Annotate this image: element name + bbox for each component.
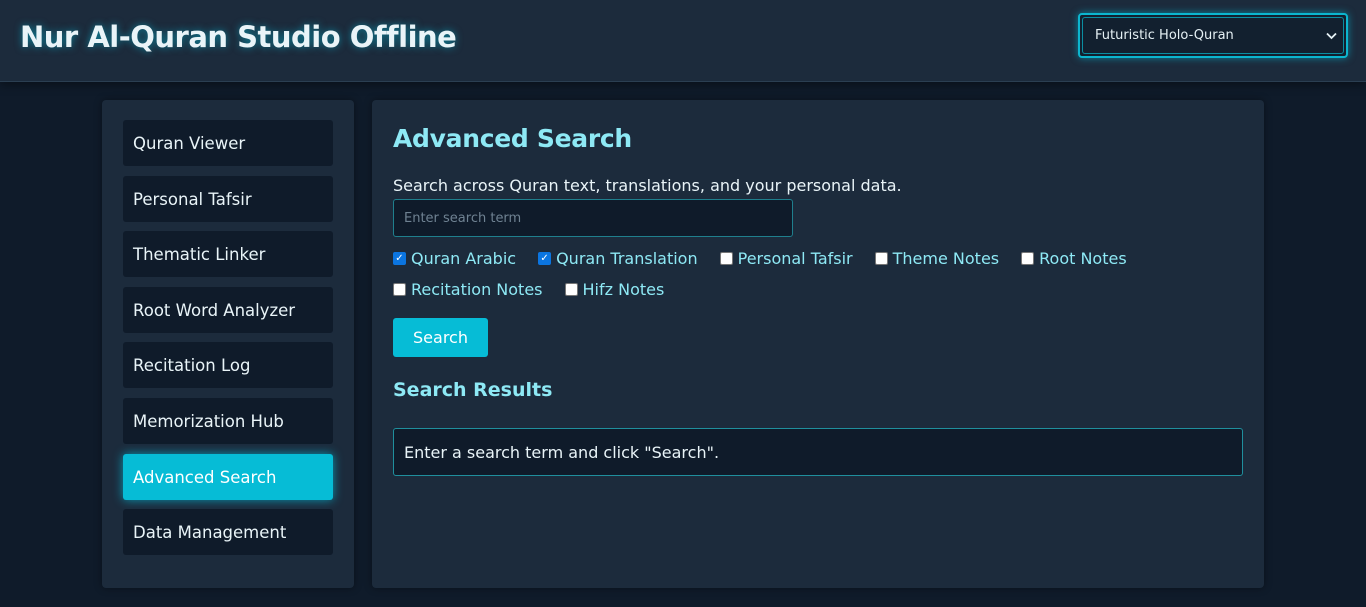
filter-recitation-notes[interactable]: Recitation Notes	[393, 280, 543, 299]
search-input-placeholder: Enter search term	[404, 210, 522, 226]
results-heading: Search Results	[393, 379, 553, 401]
theme-select[interactable]: Futuristic Holo-Quran	[1078, 13, 1348, 58]
filter-label[interactable]: Personal Tafsir	[738, 249, 853, 268]
checkbox-theme-notes[interactable]	[874, 252, 888, 265]
filter-personal-tafsir[interactable]: Personal Tafsir	[719, 249, 853, 268]
sidebar-item-advanced-search[interactable]: Advanced Search	[123, 454, 333, 500]
search-input[interactable]: Enter search term	[393, 199, 793, 237]
filter-row-2: Recitation Notes Hifz Notes	[393, 280, 686, 299]
filter-label[interactable]: Quran Translation	[556, 249, 698, 268]
filter-label[interactable]: Root Notes	[1039, 249, 1127, 268]
page-description: Search across Quran text, translations, …	[393, 176, 902, 195]
checkbox-recitation-notes[interactable]	[393, 283, 406, 296]
checkbox-quran-arabic[interactable]: ✓	[393, 252, 406, 265]
filter-theme-notes[interactable]: Theme Notes	[874, 249, 999, 268]
checkbox-quran-translation[interactable]: ✓	[538, 252, 552, 265]
theme-select-value: Futuristic Holo-Quran	[1095, 28, 1234, 43]
filter-quran-translation[interactable]: ✓ Quran Translation	[538, 249, 698, 268]
filter-quran-arabic[interactable]: ✓ Quran Arabic	[393, 249, 516, 268]
sidebar-item-root-word-analyzer[interactable]: Root Word Analyzer	[123, 287, 333, 333]
sidebar-item-recitation-log[interactable]: Recitation Log	[123, 342, 333, 388]
filter-row-1: ✓ Quran Arabic ✓ Quran Translation Perso…	[393, 249, 1149, 268]
sidebar-item-personal-tafsir[interactable]: Personal Tafsir	[123, 176, 333, 222]
app-title: Nur Al-Quran Studio Offline	[20, 20, 457, 54]
sidebar-item-thematic-linker[interactable]: Thematic Linker	[123, 231, 333, 277]
sidebar-item-quran-viewer[interactable]: Quran Viewer	[123, 120, 333, 166]
theme-select-field[interactable]: Futuristic Holo-Quran	[1082, 17, 1344, 54]
main-panel: Advanced Search Search across Quran text…	[372, 100, 1264, 588]
top-bar: Nur Al-Quran Studio Offline Futuristic H…	[0, 0, 1366, 82]
sidebar-item-data-management[interactable]: Data Management	[123, 509, 333, 555]
sidebar-nav: Quran Viewer Personal Tafsir Thematic Li…	[102, 100, 354, 588]
filter-label[interactable]: Quran Arabic	[411, 249, 516, 268]
results-message: Enter a search term and click "Search".	[404, 442, 720, 462]
filter-hifz-notes[interactable]: Hifz Notes	[564, 280, 665, 299]
checkbox-hifz-notes[interactable]	[564, 283, 578, 296]
checkbox-root-notes[interactable]	[1021, 252, 1035, 265]
filter-label[interactable]: Recitation Notes	[411, 280, 543, 299]
page-title: Advanced Search	[393, 124, 632, 153]
sidebar-item-memorization-hub[interactable]: Memorization Hub	[123, 398, 333, 444]
chevron-down-icon[interactable]	[1326, 29, 1337, 43]
filter-label[interactable]: Hifz Notes	[583, 280, 665, 299]
results-box: Enter a search term and click "Search".	[393, 428, 1243, 476]
filter-label[interactable]: Theme Notes	[893, 249, 999, 268]
search-button[interactable]: Search	[393, 318, 488, 357]
checkbox-personal-tafsir[interactable]	[719, 252, 733, 265]
filter-root-notes[interactable]: Root Notes	[1021, 249, 1127, 268]
